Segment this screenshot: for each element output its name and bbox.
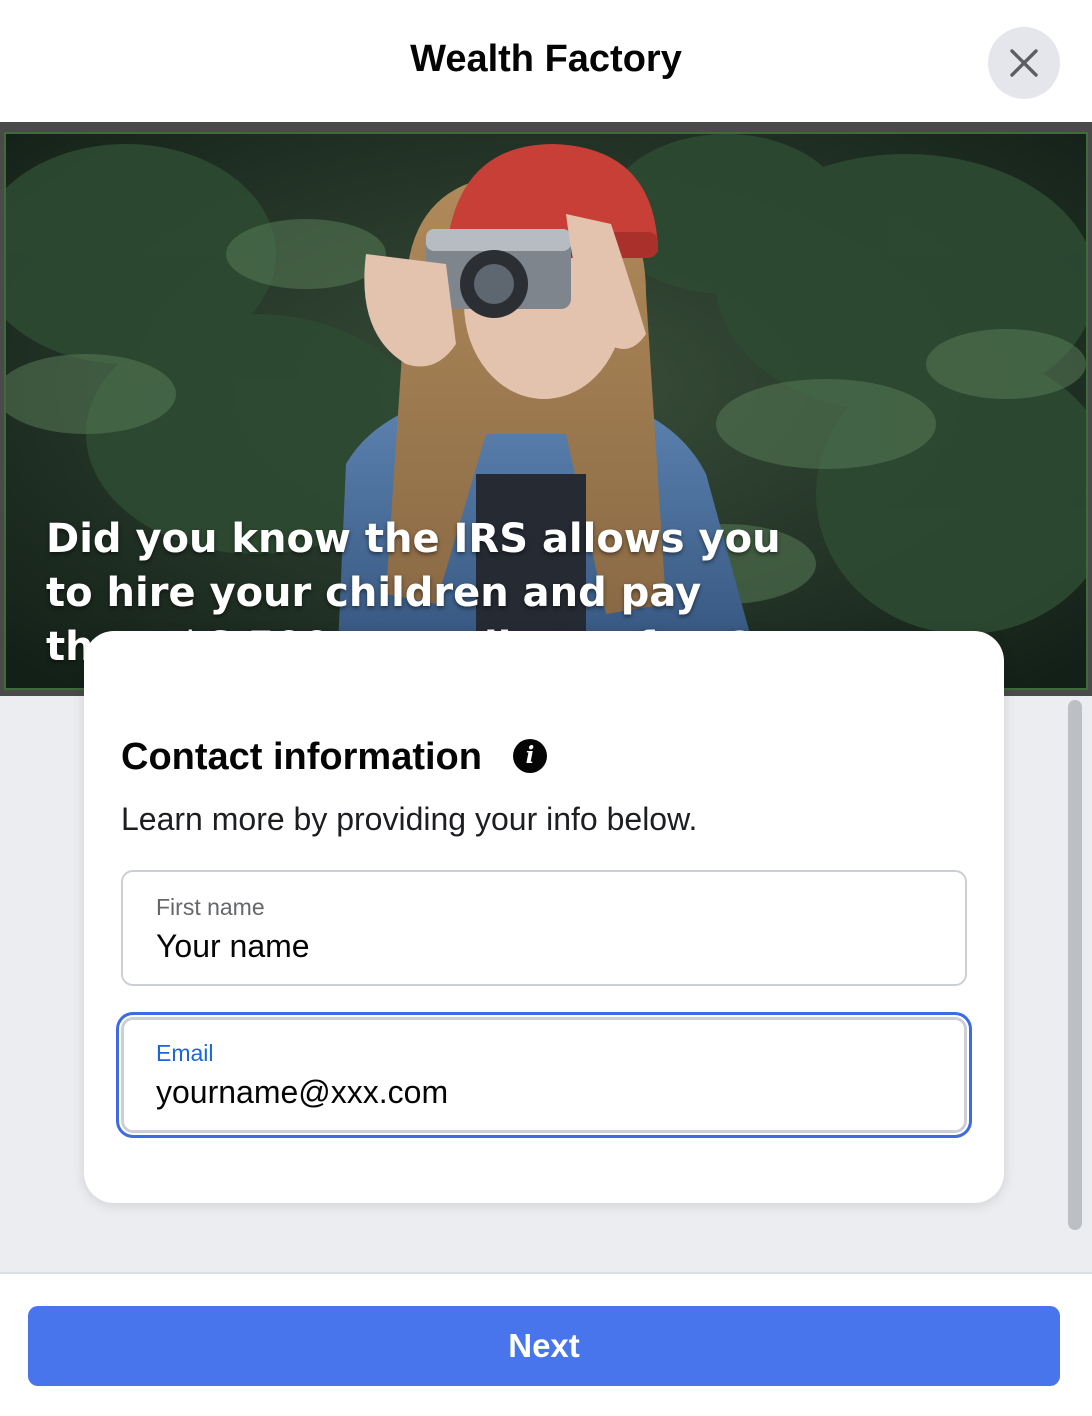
first-name-input[interactable]: Your name [156, 928, 310, 965]
close-button[interactable] [988, 27, 1060, 99]
next-button[interactable]: Next [28, 1306, 1060, 1386]
ad-photo: Did you know the IRS allows you to hire … [4, 132, 1088, 690]
info-icon[interactable]: i [513, 739, 547, 773]
form-title: Contact information [121, 736, 482, 778]
scrollbar[interactable] [1068, 700, 1082, 1230]
close-icon [1010, 49, 1038, 77]
dialog-header: Wealth Factory [0, 0, 1092, 122]
dialog-title: Wealth Factory [410, 38, 682, 80]
email-input[interactable]: yourname@xxx.com [156, 1074, 448, 1111]
ad-caption-line: Did you know the IRS allows you [46, 516, 781, 562]
email-label: Email [156, 1040, 214, 1066]
ad-caption-line: to hire your children and pay [46, 570, 702, 616]
ad-image: Did you know the IRS allows you to hire … [0, 122, 1092, 696]
first-name-label: First name [156, 894, 265, 920]
contact-form-card: Contact information i Learn more by prov… [84, 631, 1004, 1203]
first-name-field[interactable]: First name Your name [121, 870, 967, 986]
form-subtitle: Learn more by providing your info below. [121, 801, 698, 837]
email-field[interactable]: Email yourname@xxx.com [121, 1017, 967, 1133]
